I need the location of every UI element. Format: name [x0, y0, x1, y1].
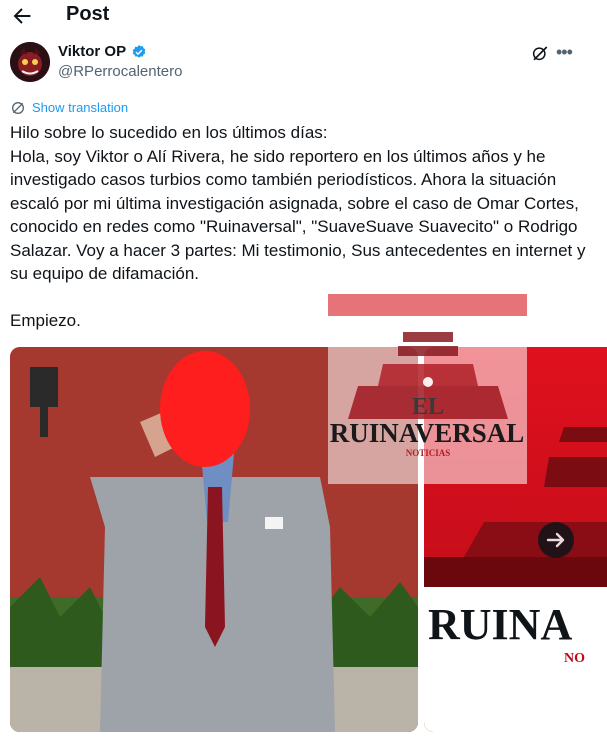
author-handle[interactable]: @RPerrocalentero: [58, 63, 182, 80]
page-title: Post: [66, 3, 110, 25]
logo-overlay: EL RUINAVERSAL NOTICIAS: [328, 294, 527, 484]
translate-icon: [12, 102, 24, 114]
logo-small-sub: NOTICIAS: [406, 448, 451, 458]
logo-small-name: RUINAVERSAL: [330, 418, 525, 448]
carousel-next-button[interactable]: [538, 522, 574, 558]
arrow-right-icon: [546, 532, 565, 548]
author-name[interactable]: Viktor OP: [58, 43, 126, 60]
verified-badge-icon: [132, 45, 146, 58]
arrow-left-icon[interactable]: [10, 4, 34, 28]
grok-icon[interactable]: [531, 44, 549, 62]
avatar[interactable]: [10, 42, 50, 82]
logo-large-sub: NO: [564, 651, 585, 666]
show-translation-link[interactable]: Show translation: [32, 100, 128, 115]
more-icon[interactable]: •••: [556, 42, 576, 62]
censor-circle: [160, 351, 250, 467]
logo-small-el: EL: [412, 394, 444, 420]
top-bar: Post: [0, 0, 607, 32]
logo-large-name: RUINA: [428, 600, 572, 649]
